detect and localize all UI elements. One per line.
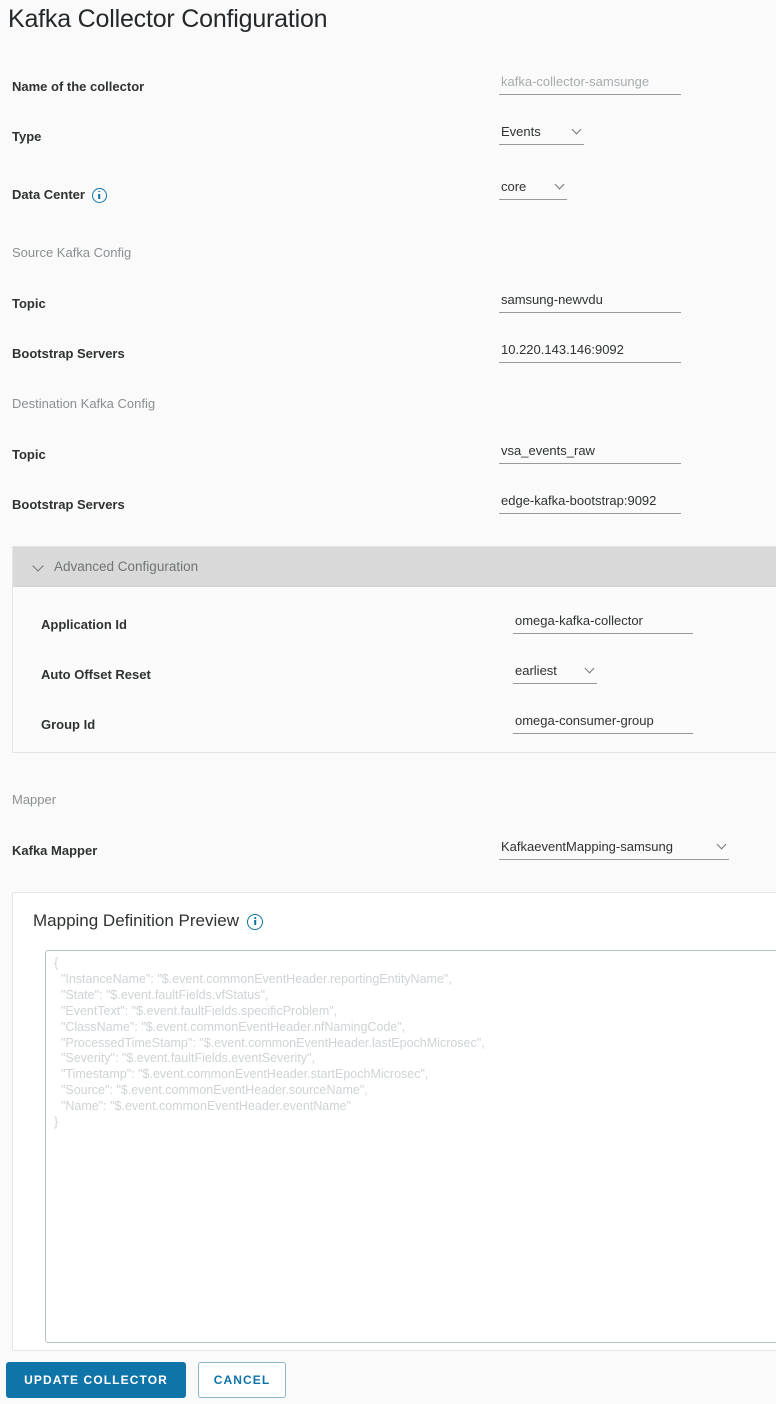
- section-heading-mapper: Mapper: [12, 792, 57, 807]
- kafka-collector-configuration-page: Kafka Collector Configuration Name of th…: [0, 0, 776, 1404]
- label-destination-bootstrap-servers: Bootstrap Servers: [12, 497, 125, 512]
- data-center-select-value: core: [501, 178, 527, 194]
- label-destination-topic: Topic: [12, 447, 46, 462]
- label-source-topic: Topic: [12, 296, 46, 311]
- kafka-mapper-value: KafkaeventMapping-samsung: [501, 838, 673, 854]
- mapping-definition-preview-title: Mapping Definition Preview: [33, 911, 263, 931]
- form-row-application-id: Application Id omega-kafka-collector: [13, 612, 776, 645]
- data-center-select[interactable]: core: [499, 178, 567, 200]
- label-type: Type: [12, 129, 42, 144]
- cancel-button[interactable]: CANCEL: [198, 1362, 286, 1398]
- type-select[interactable]: Events: [499, 123, 584, 145]
- form-row-type: Type Events: [0, 124, 776, 157]
- source-bootstrap-servers-input[interactable]: 10.220.143.146:9092: [499, 341, 681, 363]
- chevron-down-icon: [33, 561, 45, 573]
- advanced-configuration-body: Application Id omega-kafka-collector Aut…: [13, 587, 776, 752]
- advanced-configuration-panel: Advanced Configuration Application Id om…: [12, 546, 776, 753]
- form-row-destination-bootstrap: Bootstrap Servers edge-kafka-bootstrap:9…: [0, 492, 776, 525]
- chevron-down-icon: [556, 180, 565, 189]
- advanced-configuration-header[interactable]: Advanced Configuration: [13, 547, 776, 587]
- section-heading-source-kafka: Source Kafka Config: [12, 245, 132, 260]
- auto-offset-reset-value: earliest: [515, 662, 557, 678]
- auto-offset-reset-select[interactable]: earliest: [513, 662, 597, 684]
- form-row-destination-topic: Topic vsa_events_raw: [0, 442, 776, 475]
- source-topic-input[interactable]: samsung-newvdu: [499, 291, 681, 313]
- chevron-down-icon: [573, 125, 582, 134]
- form-row-source-bootstrap: Bootstrap Servers 10.220.143.146:9092: [0, 341, 776, 374]
- label-data-center: Data Center: [12, 185, 107, 205]
- info-icon[interactable]: [91, 187, 107, 203]
- form-row-auto-offset-reset: Auto Offset Reset earliest: [13, 662, 776, 695]
- chevron-down-icon: [586, 664, 595, 673]
- destination-bootstrap-servers-input[interactable]: edge-kafka-bootstrap:9092: [499, 492, 681, 514]
- advanced-configuration-title: Advanced Configuration: [54, 559, 199, 574]
- form-row-data-center: Data Center core: [0, 179, 776, 215]
- action-button-bar: UPDATE COLLECTOR CANCEL: [0, 1362, 776, 1404]
- label-auto-offset-reset: Auto Offset Reset: [41, 667, 151, 682]
- section-heading-destination-kafka: Destination Kafka Config: [12, 396, 156, 411]
- mapping-definition-preview-card: Mapping Definition Preview { "InstanceNa…: [12, 892, 776, 1351]
- info-icon[interactable]: [247, 914, 263, 930]
- label-kafka-mapper: Kafka Mapper: [12, 843, 98, 858]
- form-row-source-topic: Topic samsung-newvdu: [0, 291, 776, 324]
- mapping-definition-preview-textarea[interactable]: { "InstanceName": "$.event.commonEventHe…: [45, 950, 776, 1343]
- label-group-id: Group Id: [41, 717, 96, 732]
- label-source-bootstrap-servers: Bootstrap Servers: [12, 346, 125, 361]
- group-id-input[interactable]: omega-consumer-group: [513, 712, 693, 734]
- type-select-value: Events: [501, 123, 541, 139]
- application-id-input[interactable]: omega-kafka-collector: [513, 612, 693, 634]
- update-collector-button[interactable]: UPDATE COLLECTOR: [6, 1362, 186, 1398]
- label-collector-name: Name of the collector: [12, 79, 145, 94]
- label-data-center-text: Data Center: [12, 187, 85, 202]
- label-application-id: Application Id: [41, 617, 127, 632]
- destination-topic-input[interactable]: vsa_events_raw: [499, 442, 681, 464]
- form-row-collector-name: Name of the collector kafka-collector-sa…: [0, 74, 776, 107]
- mapping-definition-preview-title-text: Mapping Definition Preview: [33, 911, 239, 930]
- form-row-group-id: Group Id omega-consumer-group: [13, 712, 776, 745]
- page-title: Kafka Collector Configuration: [8, 5, 328, 33]
- collector-name-input[interactable]: kafka-collector-samsunge: [499, 73, 681, 95]
- kafka-mapper-select[interactable]: KafkaeventMapping-samsung: [499, 838, 729, 860]
- chevron-down-icon: [718, 840, 727, 849]
- form-row-kafka-mapper: Kafka Mapper KafkaeventMapping-samsung: [0, 838, 776, 871]
